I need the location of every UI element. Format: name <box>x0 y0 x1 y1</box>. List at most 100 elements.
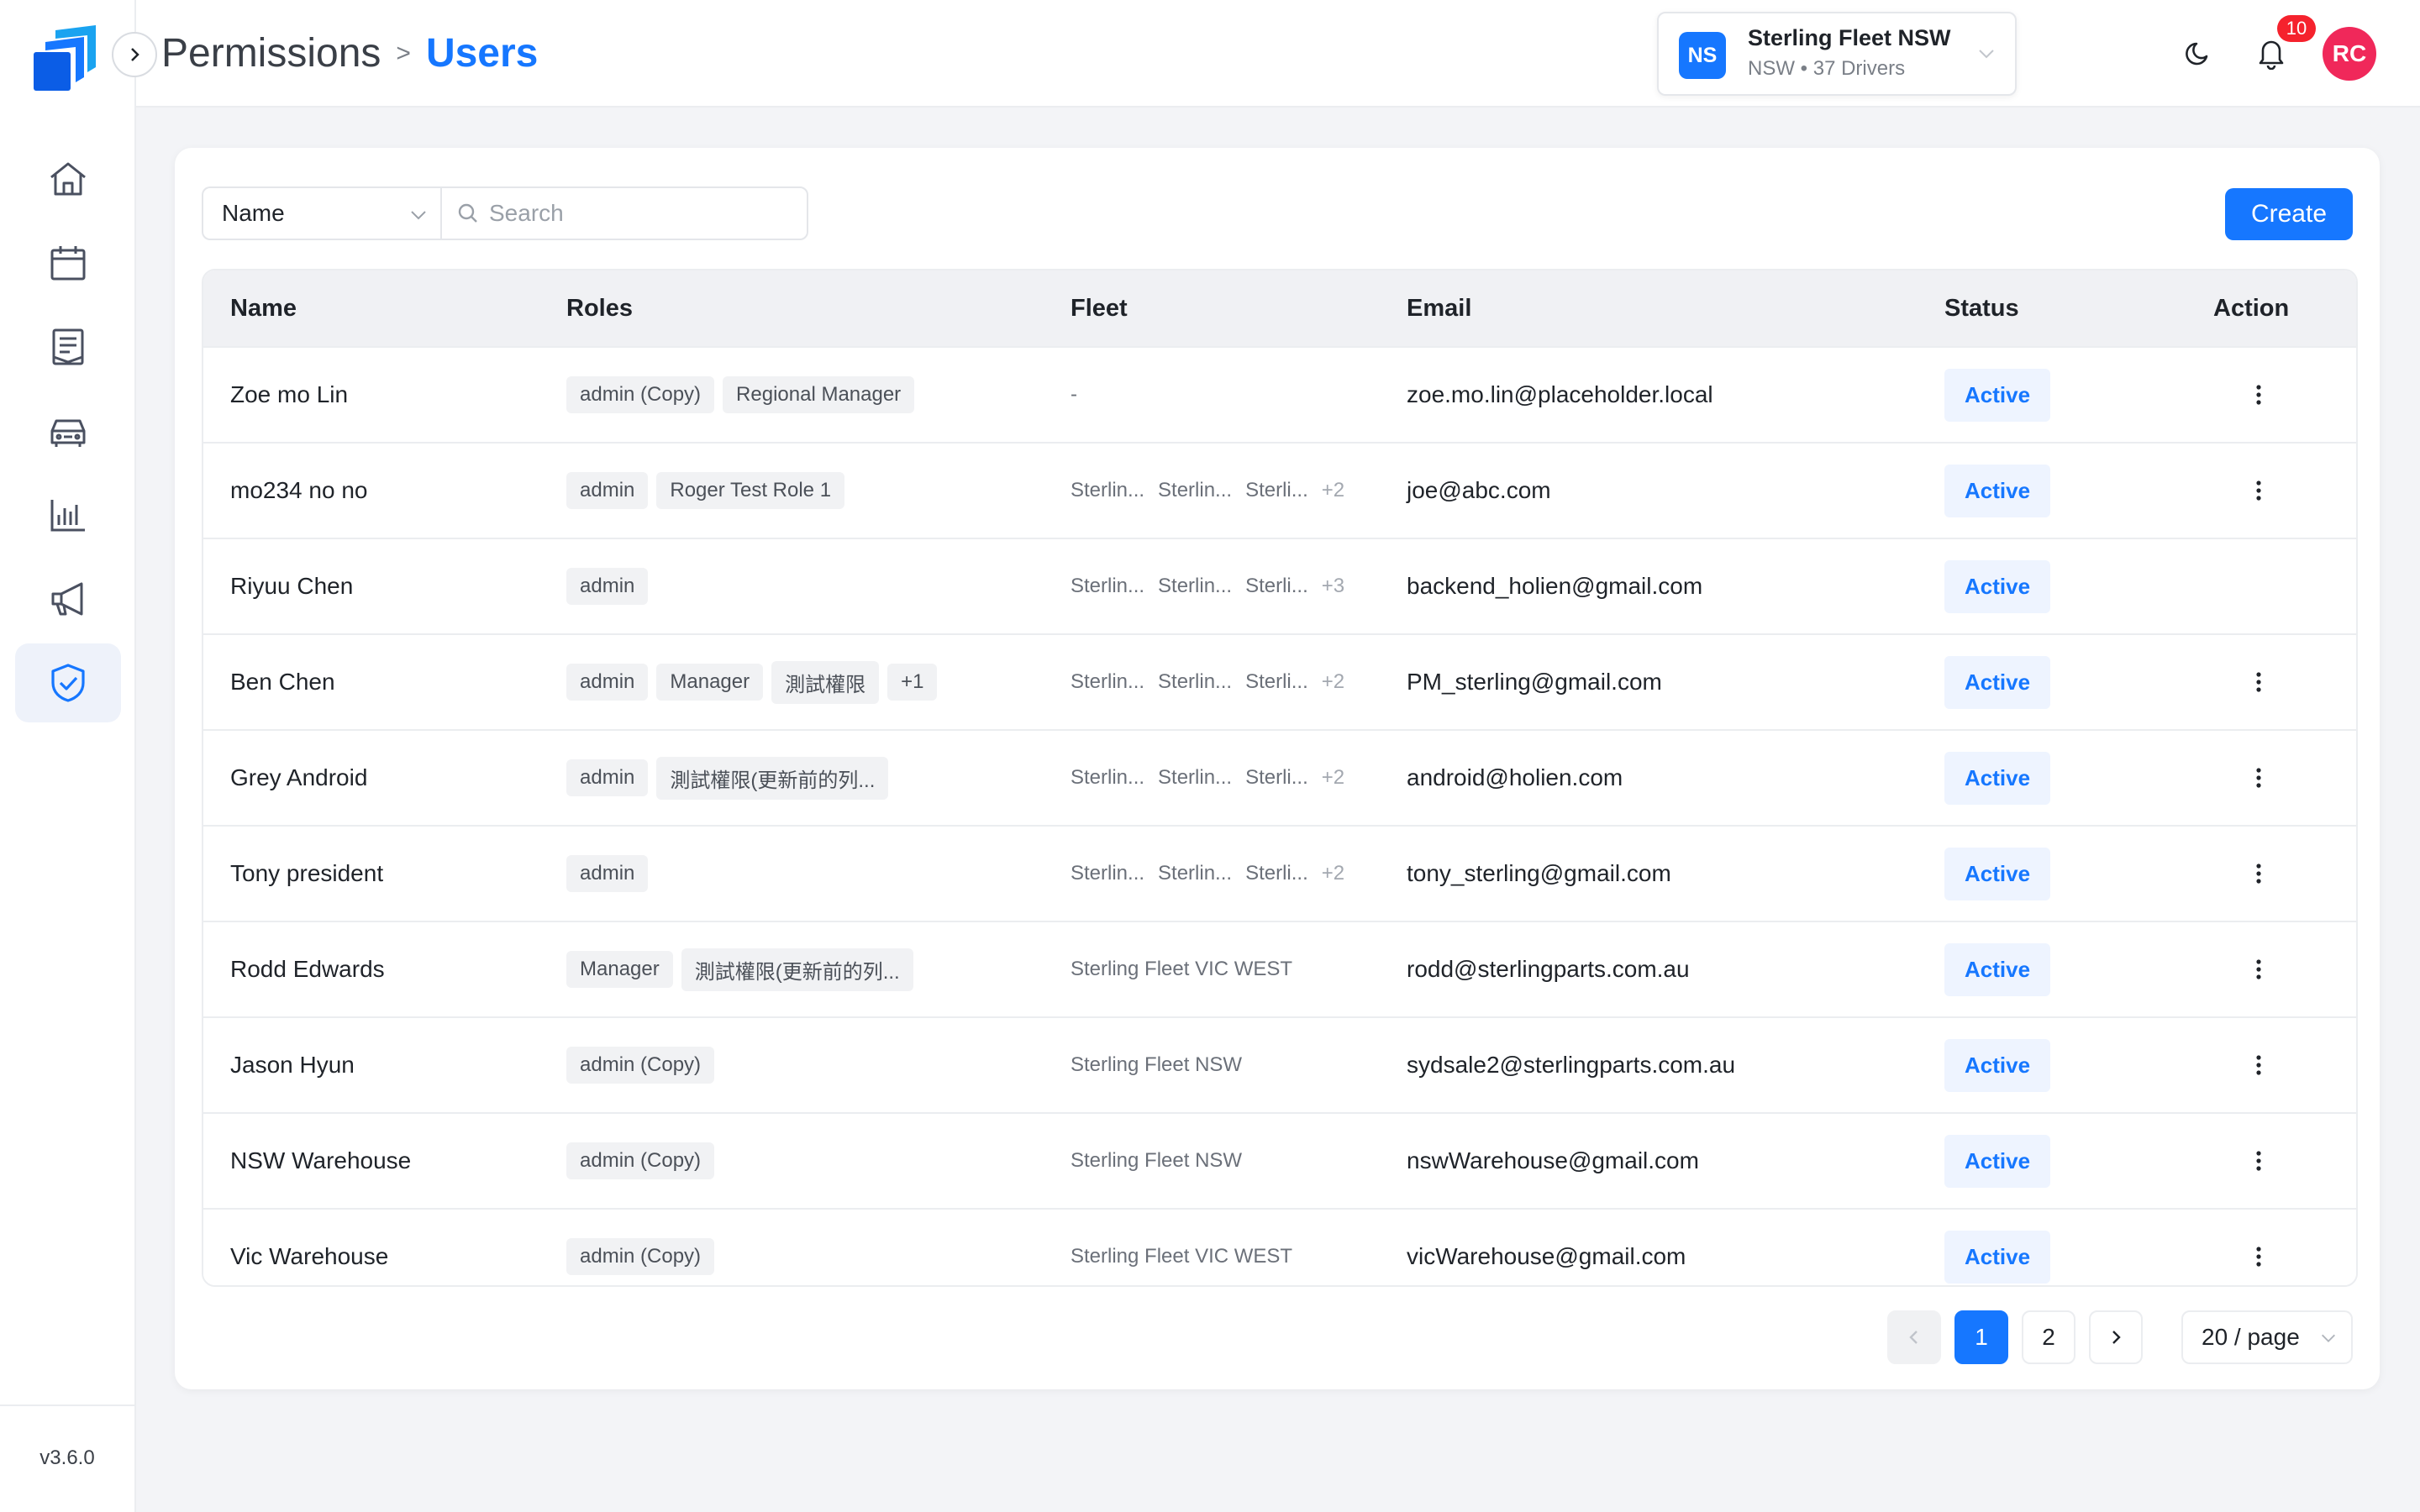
prev-page-button[interactable] <box>1887 1310 1941 1364</box>
search-input[interactable] <box>487 199 793 228</box>
car-icon <box>50 419 86 447</box>
fleet-label: Sterlin... <box>1071 766 1145 789</box>
user-roles: admin (Copy) Regional Manager <box>566 348 915 442</box>
user-fleets: Sterling Fleet VIC WEST <box>1071 1210 1293 1285</box>
theme-toggle-button[interactable] <box>2180 34 2218 72</box>
status-badge: Active <box>1944 464 2051 517</box>
user-email: android@holien.com <box>1407 764 1623 790</box>
nav-orders[interactable] <box>15 307 121 386</box>
role-tag: Regional Manager <box>723 376 915 413</box>
document-list-icon <box>52 328 84 365</box>
user-email: nswWarehouse@gmail.com <box>1407 1147 1699 1173</box>
table-row[interactable]: Zoe mo Lin admin (Copy) Regional Manager - z… <box>203 346 2356 442</box>
row-actions-button[interactable] <box>2242 922 2275 1016</box>
filter-field-select[interactable]: Name <box>202 186 440 240</box>
status-badge: Active <box>1944 368 2051 422</box>
column-header-name[interactable]: Name <box>230 295 297 323</box>
column-header-fleet[interactable]: Fleet <box>1071 295 1128 323</box>
column-header-email[interactable]: Email <box>1407 295 1471 323</box>
user-name: Jason Hyun <box>230 1052 355 1078</box>
more-vertical-icon <box>2256 768 2261 788</box>
fleet-more-count[interactable]: +2 <box>1322 766 1344 790</box>
fleet-badge: NS <box>1679 32 1726 79</box>
fleet-name: Sterling Fleet NSW <box>1748 25 1951 50</box>
table-row[interactable]: NSW Warehouse admin (Copy) Sterling Fleet … <box>203 1112 2356 1208</box>
user-avatar[interactable]: RC <box>2323 27 2376 81</box>
table-row[interactable]: Tony president admin Sterlin... Sterlin... S… <box>203 825 2356 921</box>
fleet-switcher[interactable]: NS Sterling Fleet NSW NSW • 37 Drivers <box>1657 12 2017 96</box>
row-actions-button[interactable] <box>2242 348 2275 442</box>
row-actions-button[interactable] <box>2242 731 2275 825</box>
column-header-status[interactable]: Status <box>1944 295 2019 323</box>
app-logo[interactable] <box>30 24 104 94</box>
page-size-select[interactable]: 20 / page <box>2181 1310 2353 1364</box>
status-badge: Active <box>1944 559 2051 613</box>
fleet-label: Sterlin... <box>1071 862 1145 885</box>
home-icon <box>50 162 86 196</box>
create-button[interactable]: Create <box>2225 188 2353 240</box>
column-header-roles[interactable]: Roles <box>566 295 633 323</box>
nav-announcements[interactable] <box>15 559 121 638</box>
user-roles: Manager 測試權限(更新前的列... <box>566 922 913 1016</box>
user-email: backend_holien@gmail.com <box>1407 573 1703 599</box>
sidebar: v3.6.0 <box>0 0 136 1512</box>
row-actions-button[interactable] <box>2242 444 2275 538</box>
fleet-label: Sterling Fleet VIC WEST <box>1071 1245 1293 1268</box>
breadcrumb-parent[interactable]: Permissions <box>161 30 381 76</box>
role-tag: 測試權限 <box>771 660 880 704</box>
status-badge: Active <box>1944 1038 2051 1092</box>
role-tag: admin (Copy) <box>566 376 715 413</box>
row-actions-button[interactable] <box>2242 1018 2275 1112</box>
table-row[interactable]: Riyuu Chen admin Sterlin... Sterlin... Sterl… <box>203 538 2356 633</box>
more-vertical-icon <box>2256 672 2261 692</box>
role-tag: admin <box>566 664 649 701</box>
table-row[interactable]: Jason Hyun admin (Copy) Sterling Fleet NSW… <box>203 1016 2356 1112</box>
user-fleets: Sterling Fleet NSW <box>1071 1018 1242 1112</box>
table-row[interactable]: Rodd Edwards Manager 測試權限(更新前的列... Sterling… <box>203 921 2356 1016</box>
role-tag: admin (Copy) <box>566 1238 715 1275</box>
next-page-button[interactable] <box>2089 1310 2143 1364</box>
nav-home[interactable] <box>15 139 121 218</box>
nav-calendar[interactable] <box>15 223 121 302</box>
role-tag: admin <box>566 759 649 796</box>
page-title: Users <box>425 31 539 76</box>
nav-vehicles[interactable] <box>15 391 121 470</box>
sidebar-toggle-button[interactable] <box>112 32 157 77</box>
user-email: vicWarehouse@gmail.com <box>1407 1243 1686 1269</box>
fleet-more-count[interactable]: +2 <box>1322 479 1344 502</box>
fleet-more-count[interactable]: +2 <box>1322 670 1344 694</box>
status-badge: Active <box>1944 942 2051 996</box>
search-icon <box>458 203 477 223</box>
status-cell: Active <box>1944 348 2051 442</box>
user-fleets: Sterlin... Sterlin... Sterli... +2 <box>1071 444 1344 538</box>
fleet-more-count[interactable]: +2 <box>1322 862 1344 885</box>
table-row[interactable]: mo234 no no admin Roger Test Role 1 Sterlin… <box>203 442 2356 538</box>
table-row[interactable]: Ben Chen admin Manager 測試權限 +1 Sterlin... Ster… <box>203 633 2356 729</box>
fleet-label: Sterli... <box>1245 575 1308 597</box>
fleet-label: Sterlin... <box>1071 670 1145 693</box>
row-actions-button[interactable] <box>2242 827 2275 921</box>
more-vertical-icon <box>2256 1247 2261 1267</box>
role-tag: Manager <box>656 664 764 701</box>
calendar-icon <box>50 246 86 281</box>
page-size-value: 20 / page <box>2202 1324 2300 1350</box>
row-actions-button[interactable] <box>2242 1210 2275 1285</box>
fleet-more-count[interactable]: +3 <box>1322 575 1344 598</box>
row-actions-button[interactable] <box>2242 1114 2275 1208</box>
chevron-right-icon <box>2112 1331 2121 1344</box>
user-name: Grey Android <box>230 764 368 790</box>
nav-reports[interactable] <box>15 475 121 554</box>
row-actions-button[interactable] <box>2242 635 2275 729</box>
more-vertical-icon <box>2256 864 2261 884</box>
nav-permissions[interactable] <box>15 643 121 722</box>
page-button-2[interactable]: 2 <box>2022 1310 2075 1364</box>
user-name: Rodd Edwards <box>230 956 385 982</box>
fleet-label: Sterlin... <box>1071 575 1145 597</box>
page-button-1[interactable]: 1 <box>1954 1310 2008 1364</box>
user-email: sydsale2@sterlingparts.com.au <box>1407 1052 1736 1078</box>
table-row[interactable]: Grey Android admin 測試權限(更新前的列... Sterlin...… <box>203 729 2356 825</box>
shield-check-icon <box>51 664 85 702</box>
table-row[interactable]: Vic Warehouse admin (Copy) Sterling Fleet … <box>203 1208 2356 1285</box>
status-cell: Active <box>1944 539 2051 633</box>
status-cell: Active <box>1944 444 2051 538</box>
